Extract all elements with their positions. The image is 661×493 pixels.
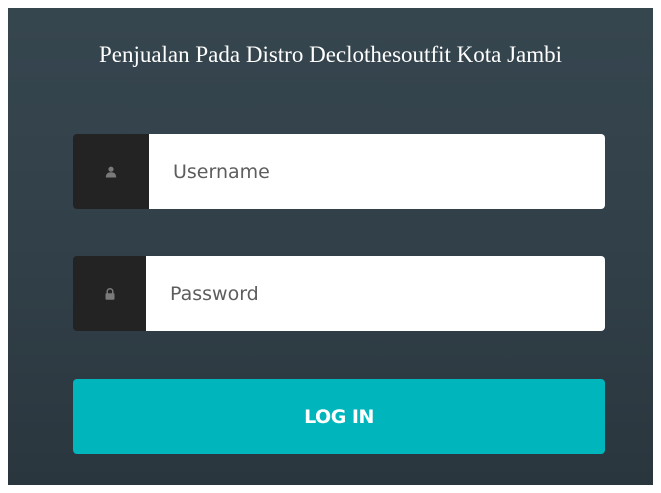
user-icon [105, 166, 117, 177]
lock-icon [105, 287, 114, 300]
username-field [73, 134, 605, 209]
password-icon-box [73, 256, 146, 331]
page-title: Penjualan Pada Distro Declothesoutfit Ko… [98, 42, 563, 67]
login-button[interactable]: LOG IN [73, 379, 605, 454]
username-input[interactable] [149, 134, 605, 209]
username-icon-box [73, 134, 149, 209]
password-input[interactable] [146, 256, 605, 331]
password-field [73, 256, 605, 331]
login-panel: Penjualan Pada Distro Declothesoutfit Ko… [8, 8, 653, 485]
